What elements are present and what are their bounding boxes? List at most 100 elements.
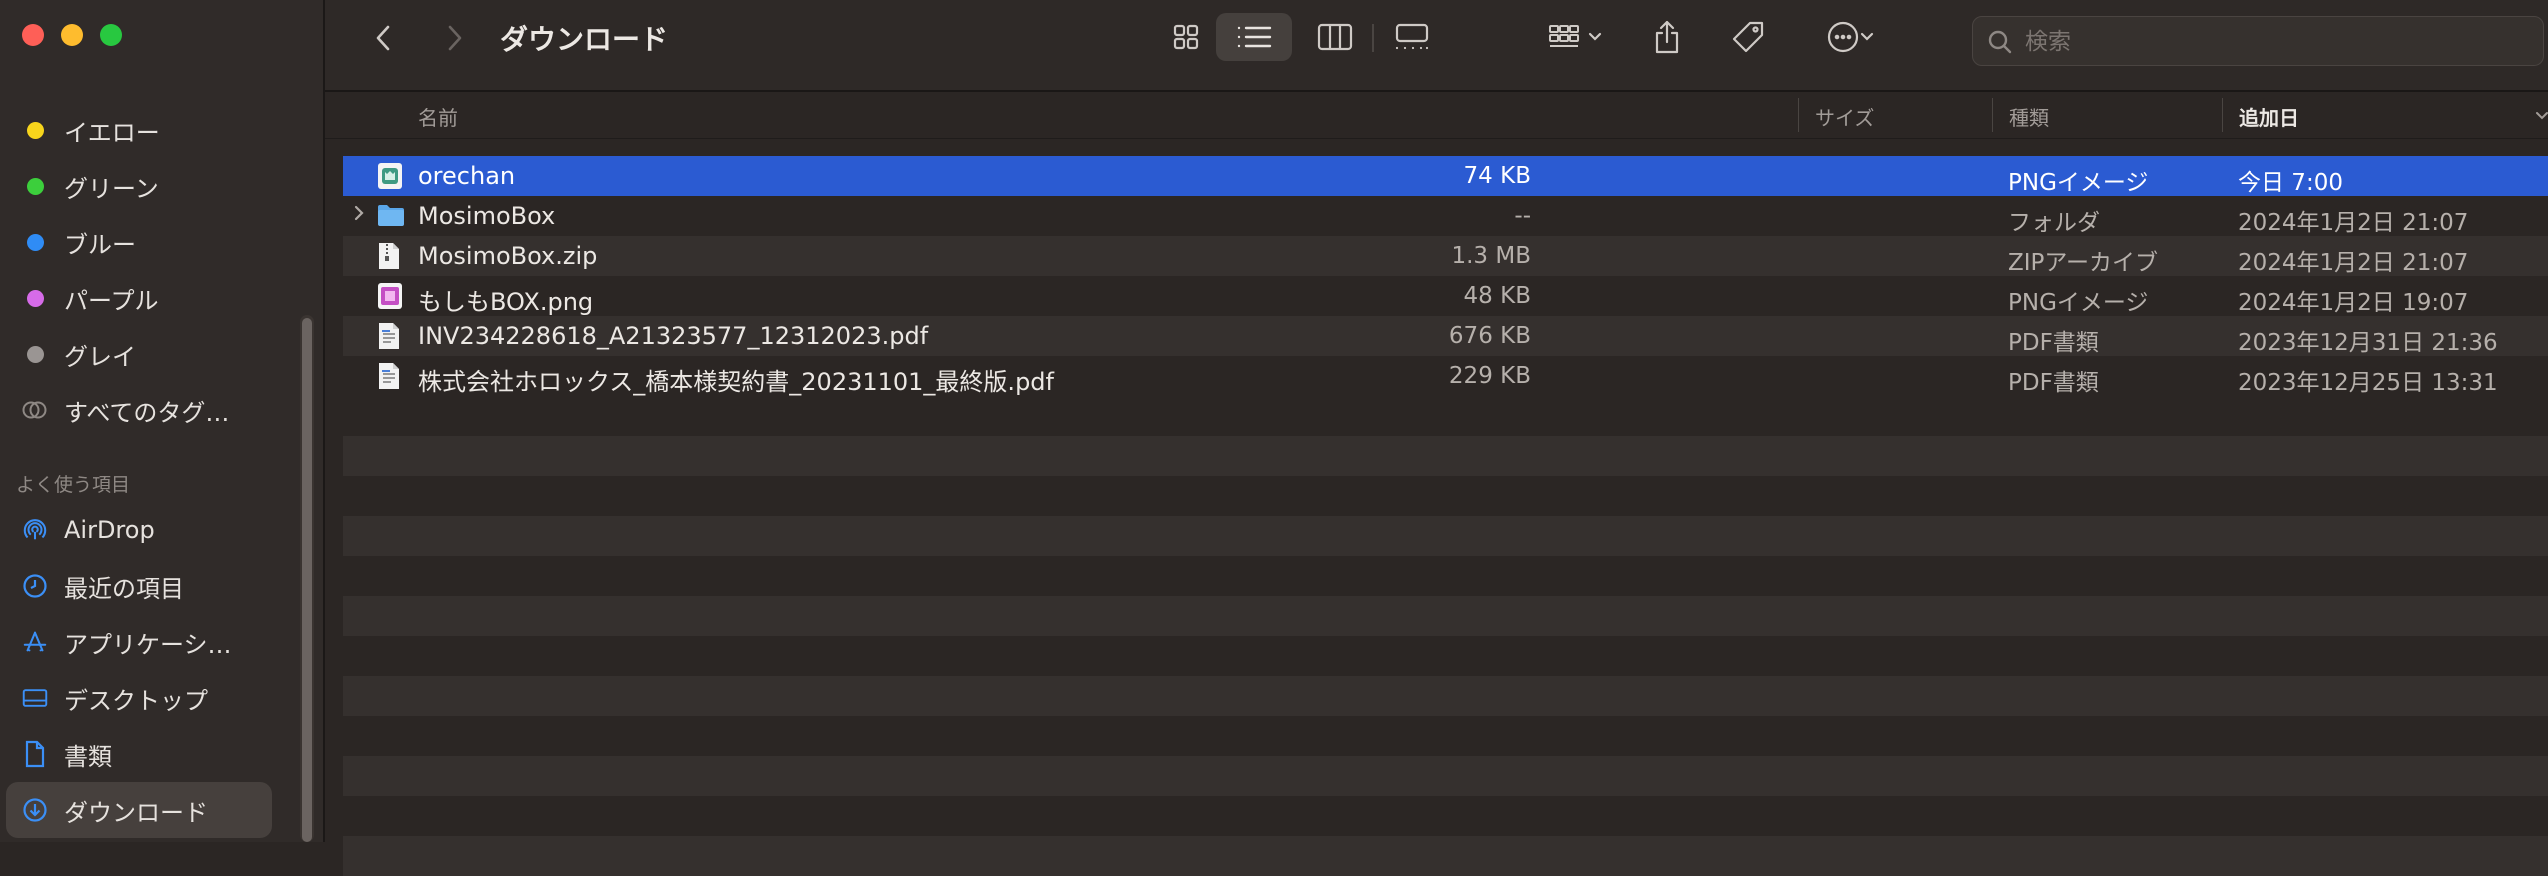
file-row[interactable]: 株式会社ホロックス_橋本様契約書_20231101_最終版.pdf 229 KB… xyxy=(343,356,2548,396)
file-size: 74 KB xyxy=(1463,163,1531,189)
sidebar-tag-green[interactable]: グリーン xyxy=(0,158,300,214)
empty-row-stripe xyxy=(343,756,2548,796)
sidebar-item-label: すべてのタグ… xyxy=(64,398,230,427)
sidebar-item-label: イエロー xyxy=(64,118,160,147)
column-view-button[interactable] xyxy=(1308,15,1362,59)
pdf-icon xyxy=(377,362,403,390)
tag-button[interactable] xyxy=(1723,12,1773,62)
all-tags-icon xyxy=(22,397,48,423)
search-icon xyxy=(1988,30,2012,54)
sidebar-item-label: 書類 xyxy=(64,742,112,771)
sidebar-item-downloads[interactable]: ダウンロード xyxy=(6,782,272,838)
file-kind: フォルダ xyxy=(2008,210,2100,236)
purple-tag-icon xyxy=(22,285,48,311)
file-size: 48 KB xyxy=(1463,283,1531,309)
pdf-icon xyxy=(377,322,403,350)
sidebar-item-applications[interactable]: アプリケーシ… xyxy=(0,614,300,670)
sidebar-item-label: グレイ xyxy=(64,342,136,371)
sidebar-item-desktop[interactable]: デスクトップ xyxy=(0,670,300,726)
sidebar-all-tags[interactable]: すべてのタグ… xyxy=(0,382,300,438)
disclosure-chevron-icon[interactable] xyxy=(353,204,365,227)
file-name: INV234228618_A21323577_12312023.pdf xyxy=(418,322,929,350)
file-size: 676 KB xyxy=(1448,323,1531,349)
file-row[interactable]: MosimoBox.zip 1.3 MB ZIPアーカイブ 2024年1月2日 … xyxy=(343,236,2548,276)
sidebar-scrollbar-thumb[interactable] xyxy=(302,318,312,842)
column-header: 名前 サイズ 種類 追加日 xyxy=(325,92,2548,139)
file-row[interactable]: orechan 74 KB PNGイメージ 今日 7:00 xyxy=(343,156,2548,196)
search-input[interactable] xyxy=(2023,25,2527,59)
sidebar-tag-purple[interactable]: パープル xyxy=(0,270,300,326)
gallery-icon xyxy=(1395,23,1429,50)
file-date: 2023年12月25日 13:31 xyxy=(2238,370,2498,396)
chevron-right-icon xyxy=(448,25,462,51)
sidebar-item-label: パープル xyxy=(64,286,159,315)
empty-row-stripe xyxy=(343,836,2548,876)
yellow-tag-icon xyxy=(22,117,48,143)
column-size[interactable]: サイズ xyxy=(1815,102,1874,131)
sidebar-item-label: ダウンロード xyxy=(64,798,208,827)
list-view-button[interactable] xyxy=(1216,13,1292,61)
image-icon xyxy=(377,162,403,190)
file-name: MosimoBox.zip xyxy=(418,242,598,270)
desktop-icon xyxy=(22,685,48,711)
icon-view-button[interactable] xyxy=(1161,15,1211,59)
file-size: -- xyxy=(1514,203,1531,229)
share-button[interactable] xyxy=(1645,12,1689,62)
file-size: 229 KB xyxy=(1448,363,1531,389)
share-icon xyxy=(1655,20,1679,54)
applications-icon xyxy=(22,629,48,655)
file-date: 2024年1月2日 21:07 xyxy=(2238,250,2469,276)
file-kind: PNGイメージ xyxy=(2008,290,2149,316)
search-field[interactable] xyxy=(1972,16,2544,66)
empty-row-stripe xyxy=(343,436,2548,476)
airdrop-icon xyxy=(22,517,48,543)
document-icon xyxy=(22,740,48,768)
green-tag-icon xyxy=(22,173,48,199)
file-row[interactable]: もしもBOX.png 48 KB PNGイメージ 2024年1月2日 19:07 xyxy=(343,276,2548,316)
sidebar-item-label: 最近の項目 xyxy=(64,574,184,603)
toolbar: ダウンロード xyxy=(325,0,2548,92)
chevron-down-icon xyxy=(1860,32,1874,41)
sidebar-item-documents[interactable]: 書類 xyxy=(0,726,300,782)
column-kind[interactable]: 種類 xyxy=(2009,102,2049,131)
sidebar-item-label: ブルー xyxy=(64,230,136,259)
columns-icon xyxy=(1317,23,1353,51)
column-name[interactable]: 名前 xyxy=(418,102,458,131)
group-by-button[interactable] xyxy=(1535,15,1615,59)
close-window-button[interactable] xyxy=(22,24,44,46)
file-kind: PNGイメージ xyxy=(2008,170,2149,196)
favorites-heading: よく使う項目 xyxy=(16,474,131,496)
minimize-window-button[interactable] xyxy=(61,24,83,46)
sidebar-tag-yellow[interactable]: イエロー xyxy=(0,102,300,158)
window-controls xyxy=(22,24,122,46)
file-name: 株式会社ホロックス_橋本様契約書_20231101_最終版.pdf xyxy=(418,368,1054,396)
image-icon xyxy=(377,282,403,310)
file-size: 1.3 MB xyxy=(1451,243,1531,269)
sidebar-item-label: アプリケーシ… xyxy=(64,630,232,659)
window-title: ダウンロード xyxy=(500,23,669,56)
file-row[interactable]: INV234228618_A21323577_12312023.pdf 676 … xyxy=(343,316,2548,356)
sidebar-item-label: AirDrop xyxy=(64,516,155,544)
empty-row-stripe xyxy=(343,676,2548,716)
sidebar-item-label: グリーン xyxy=(64,174,159,203)
back-button[interactable] xyxy=(365,18,401,58)
file-date: 今日 7:00 xyxy=(2238,170,2343,196)
zoom-window-button[interactable] xyxy=(100,24,122,46)
list-icon xyxy=(1237,26,1272,48)
sidebar-tag-gray[interactable]: グレイ xyxy=(0,326,300,382)
sidebar-item-airdrop[interactable]: AirDrop xyxy=(0,502,300,558)
file-kind: ZIPアーカイブ xyxy=(2008,250,2159,276)
file-name: orechan xyxy=(418,162,516,190)
sidebar-tag-blue[interactable]: ブルー xyxy=(0,214,300,270)
sidebar-item-label: デスクトップ xyxy=(64,686,208,715)
forward-button[interactable] xyxy=(437,18,473,58)
chevron-left-icon xyxy=(376,25,390,51)
column-date-added[interactable]: 追加日 xyxy=(2239,102,2299,131)
gallery-view-button[interactable] xyxy=(1382,15,1442,59)
grid-icon xyxy=(1173,24,1199,50)
sort-chevron-down-icon[interactable] xyxy=(2535,111,2548,121)
more-actions-button[interactable] xyxy=(1810,14,1890,60)
sidebar-item-recents[interactable]: 最近の項目 xyxy=(0,558,300,614)
file-row[interactable]: MosimoBox -- フォルダ 2024年1月2日 21:07 xyxy=(343,196,2548,236)
file-date: 2024年1月2日 19:07 xyxy=(2238,290,2469,316)
